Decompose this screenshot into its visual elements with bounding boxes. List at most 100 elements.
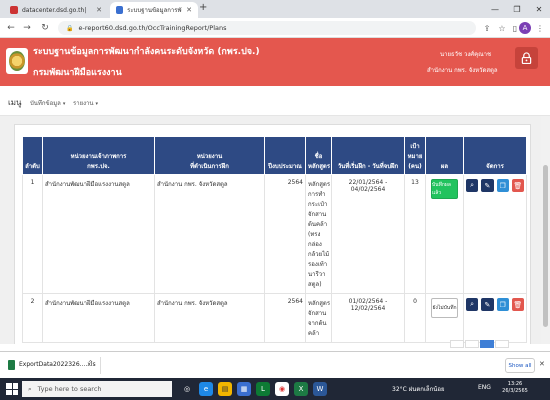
delete-icon[interactable]: 🗑 xyxy=(511,298,524,311)
table-row: 1 สำนักงานพัฒนาฝีมือแรงงานสตูล สำนักงาน … xyxy=(22,174,527,294)
delete-icon[interactable]: 🗑 xyxy=(511,179,524,192)
row-no: 1 xyxy=(22,174,43,294)
edit-icon[interactable]: ✎ xyxy=(481,179,494,192)
menu-label: เมนู xyxy=(8,98,22,107)
browser-menu-icon[interactable]: ⋮ xyxy=(534,21,546,35)
line-app-icon[interactable]: L xyxy=(256,382,270,396)
row-host: สำนักงานพัฒนาฝีมือแรงงานสตูล xyxy=(42,293,155,343)
profile-avatar[interactable]: A xyxy=(519,22,531,34)
back-icon[interactable]: ← xyxy=(4,21,18,35)
logout-button[interactable] xyxy=(515,47,538,69)
task-view-icon[interactable]: ◎ xyxy=(180,382,194,396)
close-download-bar-icon[interactable]: ✕ xyxy=(539,360,545,368)
taskbar-search-input[interactable]: ⌕ Type here to search xyxy=(22,381,172,397)
excel-icon[interactable]: X xyxy=(294,382,308,396)
col-header-no: ลำดับ xyxy=(22,136,43,175)
tab-title: ระบบฐานข้อมูลการพัฒนากำลังคนระดับ... xyxy=(127,7,182,14)
row-agency: สำนักงาน กพร. จังหวัดสตูล xyxy=(154,293,265,343)
windows-start-icon[interactable] xyxy=(6,383,18,395)
site-favicon-icon xyxy=(10,6,18,14)
copy-icon[interactable]: ❐ xyxy=(496,179,509,192)
chrome-icon[interactable]: ◉ xyxy=(275,382,289,396)
row-actions-cell: ⌕ ✎ ❐ 🗑 xyxy=(463,293,527,343)
forward-icon[interactable]: → xyxy=(20,21,34,35)
menu-item-record-data[interactable]: บันทึกข้อมูล ▾ xyxy=(30,98,65,108)
col-header-manage: จัดการ xyxy=(463,136,527,175)
edge-icon[interactable]: e xyxy=(199,382,213,396)
caret-down-icon: ▾ xyxy=(95,101,99,107)
menu-item-label: บันทึกข้อมูล xyxy=(30,100,61,107)
pagination-page-1[interactable] xyxy=(480,340,494,348)
browser-tab-report[interactable]: ระบบฐานข้อมูลการพัฒนากำลังคนระดับ... ✕ xyxy=(110,2,198,18)
url-field[interactable]: 🔒 e-report60.dsd.go.th/OccTrainingReport… xyxy=(58,21,476,35)
language-indicator[interactable]: ENG xyxy=(478,384,491,391)
scrollbar-thumb[interactable] xyxy=(543,165,548,327)
table-header-row: ลำดับ หน่วยงานเจ้าภาพการ กพร.ปจ. หน่วยงา… xyxy=(22,136,527,175)
windows-taskbar: ⌕ Type here to search ◎ e ▤ ▦ L ◉ X W 32… xyxy=(0,378,550,400)
site-header: ระบบฐานข้อมูลการพัฒนากำลังคนระดับจังหวัด… xyxy=(0,38,550,86)
row-host: สำนักงานพัฒนาฝีมือแรงงานสตูล xyxy=(42,174,155,294)
lock-icon xyxy=(521,52,532,64)
col-header-course: ชื่อ หลักสูตร xyxy=(305,136,332,175)
row-target: 0 xyxy=(404,293,426,343)
copy-icon[interactable]: ❐ xyxy=(496,298,509,311)
minimize-icon[interactable]: — xyxy=(484,0,506,18)
col-header-target: เป้า หมาย (คน) xyxy=(404,136,426,175)
seal-icon xyxy=(9,51,25,71)
word-icon[interactable]: W xyxy=(313,382,327,396)
download-file-name[interactable]: ExportData2022326....xls xyxy=(19,361,96,368)
user-office: สำนักงาน กพร. จังหวัดสตูล xyxy=(427,67,498,74)
row-course: หลักสูตรการทำกระเป๋าจักสานต้นคล้า (ทรงกล… xyxy=(305,174,332,294)
pagination-prev[interactable] xyxy=(450,340,464,348)
clock-date: 26/3/2565 xyxy=(502,388,528,394)
col-header-year: ปีงบประมาณ xyxy=(264,136,306,175)
col-header-host: หน่วยงานเจ้าภาพการ กพร.ปจ. xyxy=(42,136,155,175)
col-header-dates: วันที่เริ่มฝึก - วันที่จบฝึก xyxy=(331,136,405,175)
caret-down-icon: ▾ xyxy=(62,101,66,107)
table-row: 2 สำนักงานพัฒนาฝีมือแรงงานสตูล สำนักงาน … xyxy=(22,293,527,343)
excel-file-icon xyxy=(8,360,15,370)
pagination xyxy=(450,340,509,348)
result-status-button[interactable]: บันทึกผลแล้ว xyxy=(431,179,458,199)
download-bar: ExportData2022326....xls ^ Show all ✕ xyxy=(0,351,550,378)
show-all-button[interactable]: Show all xyxy=(505,358,535,373)
tab-title: datacenter.dsd.go.th| xyxy=(22,6,87,14)
reload-icon[interactable]: ↻ xyxy=(38,21,52,35)
pagination-next[interactable] xyxy=(495,340,509,348)
weather-text[interactable]: 32°C ฝนตกเล็กน้อย xyxy=(392,384,444,394)
store-icon[interactable]: ▦ xyxy=(237,382,251,396)
row-agency: สำนักงาน กพร. จังหวัดสตูล xyxy=(154,174,265,294)
training-plans-table: ลำดับ หน่วยงานเจ้าภาพการ กพร.ปจ. หน่วยงา… xyxy=(22,136,527,343)
lock-icon: 🔒 xyxy=(66,24,74,32)
row-result-cell: ยังไม่บันทึก xyxy=(425,293,464,343)
view-icon[interactable]: ⌕ xyxy=(466,298,479,311)
edit-icon[interactable]: ✎ xyxy=(481,298,494,311)
row-dates: 01/02/2564 - 12/02/2564 xyxy=(331,293,405,343)
row-course: หลักสูตรจักสานจากต้นคล้า xyxy=(305,293,332,343)
row-target: 13 xyxy=(404,174,426,294)
file-explorer-icon[interactable]: ▤ xyxy=(218,382,232,396)
divider xyxy=(100,357,101,374)
share-icon[interactable]: ⇪ xyxy=(481,21,493,35)
close-window-icon[interactable]: ✕ xyxy=(528,0,550,18)
browser-tab-datacenter[interactable]: datacenter.dsd.go.th| ✕ xyxy=(4,2,108,18)
chevron-up-icon[interactable]: ^ xyxy=(88,360,93,367)
site-subtitle: กรมพัฒนาฝีมือแรงงาน xyxy=(33,68,122,78)
result-status-button[interactable]: ยังไม่บันทึก xyxy=(431,298,458,318)
row-actions-cell: ⌕ ✎ ❐ 🗑 xyxy=(463,174,527,294)
maximize-icon[interactable]: ❐ xyxy=(506,0,528,18)
bookmark-star-icon[interactable]: ☆ xyxy=(496,21,508,35)
menu-item-reports[interactable]: รายงาน ▾ xyxy=(73,98,98,108)
pagination-prev-2[interactable] xyxy=(465,340,479,348)
dsd-logo[interactable] xyxy=(6,48,28,74)
url-text: e-report60.dsd.go.th/OccTrainingReport/P… xyxy=(78,24,227,32)
view-icon[interactable]: ⌕ xyxy=(466,179,479,192)
menu-item-label: รายงาน xyxy=(73,100,94,107)
site-title: ระบบฐานข้อมูลการพัฒนากำลังคนระดับจังหวัด… xyxy=(33,47,260,57)
row-year: 2564 xyxy=(264,293,306,343)
close-tab-icon[interactable]: ✕ xyxy=(96,6,102,14)
close-tab-icon[interactable]: ✕ xyxy=(186,6,192,14)
new-tab-icon[interactable]: + xyxy=(199,2,207,13)
system-clock[interactable]: 13:26 26/3/2565 xyxy=(500,381,530,395)
row-year: 2564 xyxy=(264,174,306,294)
